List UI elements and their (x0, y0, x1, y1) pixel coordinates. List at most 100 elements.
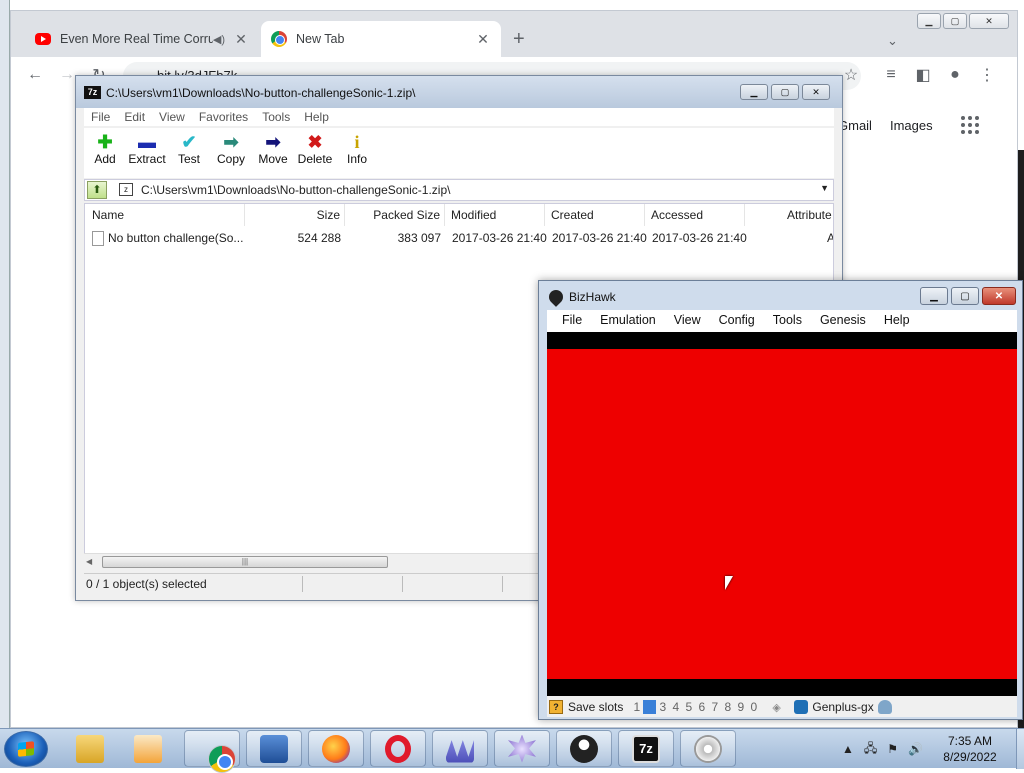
bizhawk-titlebar[interactable]: BizHawk ▁ ▢ ✕ (539, 281, 1022, 310)
forward-arrow-icon[interactable]: → (57, 65, 77, 85)
delete-button[interactable]: ✖ Delete (294, 128, 336, 176)
chrome-menu-icon[interactable]: ⋮ (977, 65, 997, 85)
taskbar-vpn[interactable] (432, 730, 488, 767)
taskbar-media-player[interactable] (120, 730, 176, 767)
apps-grid-icon[interactable] (960, 116, 979, 134)
menu-view[interactable]: View (152, 108, 192, 126)
copy-button[interactable]: ➡ Copy (210, 128, 252, 176)
taskbar-speaker-app[interactable] (680, 730, 736, 767)
media-queue-icon[interactable]: ≡ (881, 65, 901, 85)
dropdown-arrow-icon[interactable]: ▼ (820, 183, 829, 193)
slot-2-selected[interactable]: 2 (643, 699, 657, 714)
menu-emulation[interactable]: Emulation (591, 310, 665, 332)
menu-help[interactable]: Help (875, 310, 919, 332)
profile-avatar-icon[interactable]: ● (945, 65, 965, 85)
gmail-link[interactable]: Gmail (838, 118, 872, 133)
menu-tools[interactable]: Tools (255, 108, 297, 126)
bookmark-star-icon[interactable]: ☆ (841, 65, 861, 85)
volume-icon[interactable]: 🔊 (908, 742, 923, 756)
taskbar-opera[interactable] (370, 730, 426, 767)
menu-file[interactable]: File (84, 108, 117, 126)
slot-5[interactable]: 5 (682, 700, 695, 714)
back-arrow-icon[interactable]: ← (25, 65, 45, 85)
col-size[interactable]: Size (245, 204, 345, 226)
side-panel-icon[interactable]: ◧ (913, 65, 933, 85)
taskbar-bizhawk[interactable] (494, 730, 550, 767)
col-created[interactable]: Created (545, 204, 645, 226)
start-button[interactable] (4, 731, 48, 767)
slot-8[interactable]: 8 (721, 700, 734, 714)
menu-file[interactable]: File (553, 310, 591, 332)
tab-youtube[interactable]: Even More Real Time Corrup ◀) ✕ (25, 21, 259, 57)
col-name[interactable]: Name (85, 204, 245, 226)
tab-search-chevron-icon[interactable]: ⌄ (887, 33, 898, 49)
7zip-menubar: File Edit View Favorites Tools Help (84, 108, 834, 126)
status-divider (502, 576, 503, 592)
slot-6[interactable]: 6 (695, 700, 708, 714)
slot-3[interactable]: 3 (656, 700, 669, 714)
show-desktop-button[interactable] (1016, 729, 1024, 769)
minimize-button[interactable]: ▁ (740, 84, 768, 100)
7zip-titlebar[interactable]: 7z C:\Users\vm1\Downloads\No-button-chal… (76, 76, 842, 108)
slot-7[interactable]: 7 (708, 700, 721, 714)
menu-genesis[interactable]: Genesis (811, 310, 875, 332)
slot-4[interactable]: 4 (669, 700, 682, 714)
menu-help[interactable]: Help (297, 108, 336, 126)
taskbar-7zip[interactable]: 7z (618, 730, 674, 767)
close-button[interactable]: ✕ (802, 84, 830, 100)
close-button[interactable]: ✕ (982, 287, 1016, 305)
emulator-screen[interactable] (547, 332, 1017, 696)
add-button[interactable]: ✚ Add (84, 128, 126, 176)
menu-view[interactable]: View (665, 310, 710, 332)
taskbar-chrome[interactable] (184, 730, 240, 773)
taskbar-firefox[interactable] (308, 730, 364, 767)
minimize-button[interactable]: ▁ (920, 287, 948, 305)
extract-label: Extract (128, 152, 166, 166)
menu-tools[interactable]: Tools (764, 310, 811, 332)
close-tab-icon[interactable]: ✕ (475, 31, 491, 48)
close-tab-icon[interactable]: ✕ (233, 31, 249, 48)
folder-up-icon[interactable]: ⬆ (87, 181, 107, 199)
close-button[interactable]: ✕ (969, 13, 1009, 29)
path-text: C:\Users\vm1\Downloads\No-button-challen… (141, 183, 451, 197)
test-button[interactable]: ✔ Test (168, 128, 210, 176)
images-link[interactable]: Images (890, 118, 933, 133)
network-icon[interactable]: 🖧 (864, 739, 877, 760)
tab-new-tab[interactable]: New Tab ✕ (261, 21, 501, 57)
move-label: Move (258, 152, 288, 166)
menu-favorites[interactable]: Favorites (192, 108, 255, 126)
maximize-button[interactable]: ▢ (951, 287, 979, 305)
taskbar-explorer[interactable] (62, 730, 118, 767)
new-tab-button[interactable]: + (513, 29, 525, 49)
maximize-button[interactable]: ▢ (771, 84, 799, 100)
tray-expand-icon[interactable]: ▲ (842, 742, 854, 756)
maximize-button[interactable]: ▢ (943, 13, 967, 29)
taskbar-tor[interactable] (556, 730, 612, 767)
taskbar: 7z ▲ 🖧 ⚑ 🔊 7:35 AM 8/29/2022 (0, 728, 1024, 773)
horizontal-scrollbar[interactable]: ◀ ||| (84, 553, 549, 569)
flag-icon[interactable]: ⚑ (887, 742, 898, 756)
menu-edit[interactable]: Edit (117, 108, 152, 126)
info-button[interactable]: i Info (336, 128, 378, 176)
file-modified: 2017-03-26 21:40 (452, 231, 547, 245)
col-modified[interactable]: Modified (445, 204, 545, 226)
taskbar-network-app[interactable] (246, 730, 302, 767)
scroll-thumb[interactable]: ||| (102, 556, 388, 568)
file-name[interactable]: No button challenge(So... (108, 228, 245, 246)
col-attribute[interactable]: Attribute (745, 204, 833, 226)
slot-1[interactable]: 1 (630, 700, 643, 714)
path-field[interactable]: z C:\Users\vm1\Downloads\No-button-chall… (115, 181, 833, 199)
clock[interactable]: 7:35 AM 8/29/2022 (924, 733, 1016, 765)
scroll-left-arrow-icon[interactable]: ◀ (86, 557, 92, 566)
user-icon (877, 699, 892, 714)
slot-9[interactable]: 9 (734, 700, 747, 714)
col-accessed[interactable]: Accessed (645, 204, 745, 226)
slot-0[interactable]: 0 (747, 700, 760, 714)
youtube-icon (35, 33, 51, 45)
speaker-icon[interactable]: ◀) (213, 33, 225, 46)
extract-button[interactable]: ▬ Extract (126, 128, 168, 176)
col-packed-size[interactable]: Packed Size (345, 204, 445, 226)
minimize-button[interactable]: ▁ (917, 13, 941, 29)
menu-config[interactable]: Config (710, 310, 764, 332)
move-button[interactable]: ➡ Move (252, 128, 294, 176)
